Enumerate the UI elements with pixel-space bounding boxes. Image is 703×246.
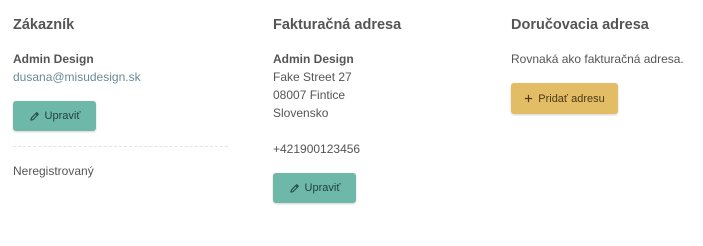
customer-edit-button[interactable]: Upraviť <box>13 101 96 131</box>
pencil-icon <box>289 183 300 194</box>
billing-edit-label: Upraviť <box>304 182 341 194</box>
pencil-icon <box>29 111 40 122</box>
customer-name: Admin Design <box>13 52 94 66</box>
customer-title: Zákazník <box>13 17 75 33</box>
billing-city: 08007 Fintice <box>273 88 346 102</box>
add-address-button[interactable]: Pridať adresu <box>511 83 618 114</box>
customer-status: Neregistrovaný <box>13 164 94 178</box>
billing-street: Fake Street 27 <box>273 70 352 84</box>
delivery-note: Rovnaká ako fakturačná adresa. <box>511 52 684 66</box>
plus-icon <box>524 94 533 103</box>
divider <box>13 146 228 147</box>
billing-country: Slovensko <box>273 106 329 120</box>
billing-phone: +421900123456 <box>273 142 361 156</box>
delivery-title: Doručovacia adresa <box>511 17 649 33</box>
billing-name: Admin Design <box>273 52 354 66</box>
customer-email-link[interactable]: dusana@misudesign.sk <box>13 70 141 84</box>
add-address-label: Pridať adresu <box>538 92 605 105</box>
billing-edit-button[interactable]: Upraviť <box>273 173 356 203</box>
customer-edit-label: Upraviť <box>44 110 81 122</box>
billing-title: Fakturačná adresa <box>273 17 402 33</box>
